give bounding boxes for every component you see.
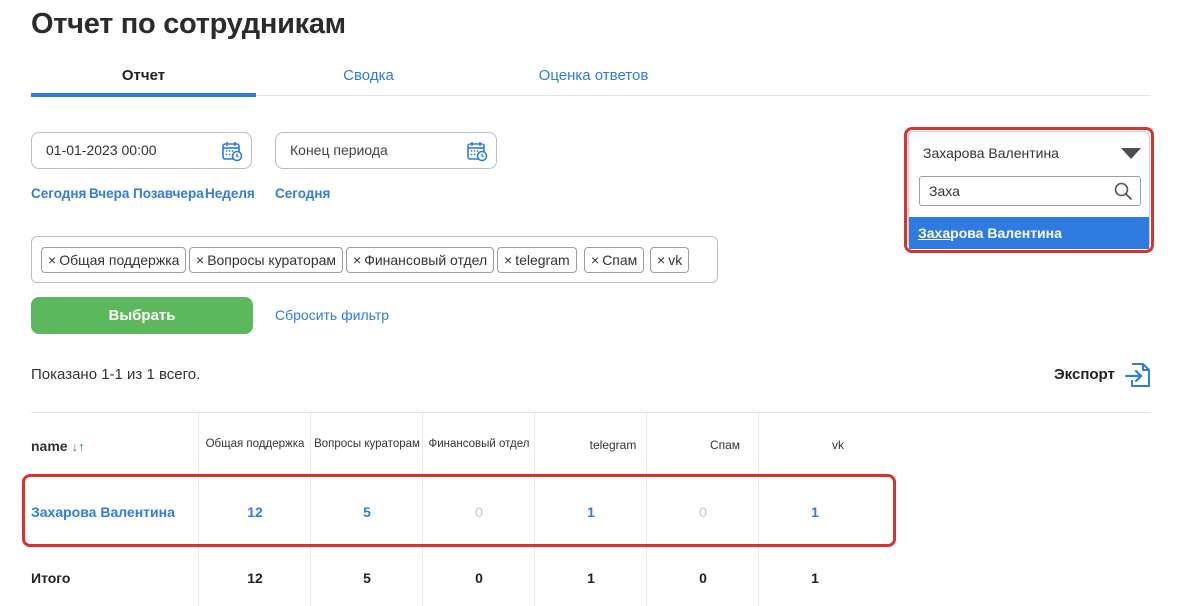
column-header: telegram bbox=[589, 438, 637, 452]
start-date-field[interactable] bbox=[31, 132, 252, 169]
close-icon[interactable]: × bbox=[196, 252, 204, 268]
close-icon[interactable]: × bbox=[591, 252, 599, 268]
tag-label: vk bbox=[668, 252, 683, 268]
quick-week-link[interactable]: Неделя bbox=[205, 186, 255, 201]
column-header-name: name ↓↑ bbox=[31, 438, 111, 454]
tag-label: Финансовый отдел bbox=[364, 252, 488, 268]
table-top-divider bbox=[31, 412, 1151, 413]
tab-bar: Отчет Сводка Оценка ответов bbox=[31, 62, 1151, 97]
tag-chip: × Общая поддержка bbox=[41, 247, 187, 273]
start-date-input[interactable] bbox=[46, 142, 206, 158]
total-label: Итого bbox=[31, 570, 71, 586]
end-date-input[interactable] bbox=[290, 142, 450, 158]
results-count-text: Показано 1-1 из 1 всего. bbox=[31, 366, 201, 383]
quick-today-link[interactable]: Сегодня bbox=[31, 186, 86, 201]
tab-summary[interactable]: Сводка bbox=[256, 62, 481, 96]
tag-chip: × Финансовый отдел bbox=[346, 247, 495, 273]
highlight-frame bbox=[904, 127, 1154, 253]
total-cell: 1 bbox=[811, 570, 819, 586]
reset-filter-link[interactable]: Сбросить фильтр bbox=[275, 307, 389, 323]
calendar-icon[interactable] bbox=[466, 140, 488, 162]
total-cell: 0 bbox=[475, 570, 483, 586]
tag-label: Спам bbox=[602, 252, 638, 268]
total-cell: 5 bbox=[363, 570, 371, 586]
column-header: vk bbox=[832, 438, 844, 452]
highlight-frame bbox=[22, 474, 896, 547]
column-header: Спам bbox=[709, 438, 741, 452]
close-icon[interactable]: × bbox=[657, 252, 665, 268]
column-header: Финансовый отдел bbox=[428, 438, 530, 450]
column-header-label: name bbox=[31, 438, 68, 454]
tag-chip: × Вопросы кураторам bbox=[189, 247, 344, 273]
sort-icon[interactable]: ↓↑ bbox=[72, 439, 85, 454]
column-header: Общая поддержка bbox=[205, 438, 305, 450]
column-header: Вопросы кураторам bbox=[314, 438, 420, 450]
tag-label: Общая поддержка bbox=[59, 252, 180, 268]
quick-end-today-link[interactable]: Сегодня bbox=[275, 186, 330, 201]
tag-chip: × Спам bbox=[584, 247, 645, 273]
calendar-icon[interactable] bbox=[221, 140, 243, 162]
channel-tags-field[interactable]: × Общая поддержка × Вопросы кураторам × Фин… bbox=[31, 236, 718, 283]
quick-yesterday-link[interactable]: Вчера bbox=[89, 186, 129, 201]
tag-chip: × vk bbox=[650, 247, 690, 273]
export-icon[interactable] bbox=[1124, 360, 1152, 390]
end-date-field[interactable] bbox=[275, 132, 497, 169]
tab-answer-rating[interactable]: Оценка ответов bbox=[481, 62, 706, 96]
tag-label: Вопросы кураторам bbox=[207, 252, 337, 268]
tag-label: telegram bbox=[515, 252, 570, 268]
export-button[interactable]: Экспорт bbox=[1054, 366, 1115, 383]
quick-day-before-link[interactable]: Позавчера bbox=[133, 186, 204, 201]
total-cell: 1 bbox=[587, 570, 595, 586]
close-icon[interactable]: × bbox=[353, 252, 361, 268]
total-cell: 0 bbox=[699, 570, 707, 586]
close-icon[interactable]: × bbox=[48, 252, 56, 268]
select-button[interactable]: Выбрать bbox=[31, 297, 253, 334]
tab-report[interactable]: Отчет bbox=[31, 62, 256, 97]
page-title: Отчет по сотрудникам bbox=[31, 8, 346, 40]
total-cell: 12 bbox=[247, 570, 263, 586]
close-icon[interactable]: × bbox=[504, 252, 512, 268]
tag-chip: × telegram bbox=[497, 247, 577, 273]
